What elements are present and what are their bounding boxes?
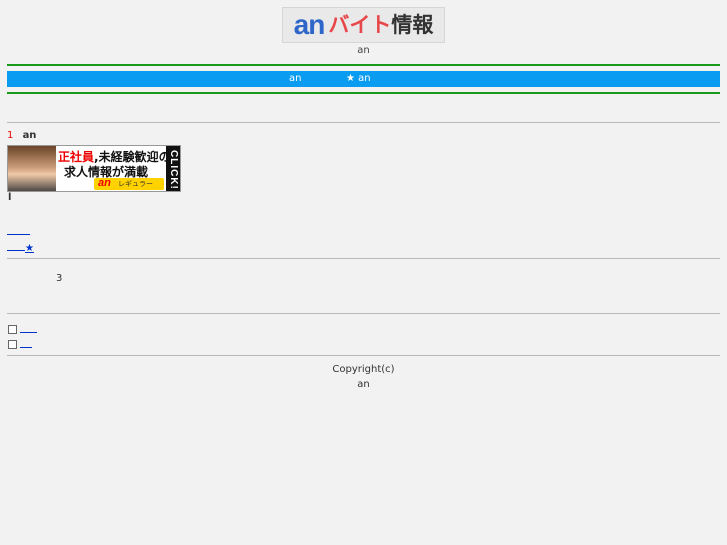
nav-bottom-rule: [7, 92, 720, 94]
small-text: l: [8, 192, 12, 203]
checkbox-icon[interactable]: [8, 339, 17, 349]
site-subtitle: an: [357, 45, 370, 56]
banner-headline-red: 正社員: [58, 150, 95, 164]
banner-tag-label: レギュラー: [118, 180, 153, 188]
logo-jp-part2: 情報: [391, 12, 434, 37]
list-link-2[interactable]: [20, 337, 32, 351]
banner-brand: an: [98, 177, 111, 189]
link-2[interactable]: ★: [7, 240, 34, 254]
rank-label: an: [22, 130, 37, 141]
divider-1: [7, 122, 720, 123]
logo-an-text: an: [293, 9, 326, 40]
list-link-1[interactable]: [20, 322, 37, 336]
banner-tag: an レギュラー: [94, 177, 164, 190]
top-rule: [7, 64, 720, 66]
page: an バイト情報 an an ★ an 1 an 正社員,未経験歓迎の 求人情報…: [0, 0, 727, 545]
link-1[interactable]: [7, 224, 30, 238]
nav-bar: an ★ an: [7, 71, 720, 87]
checkbox-icon[interactable]: [8, 324, 17, 334]
rank-number: 1: [7, 130, 14, 141]
banner-click-label: CLICK!: [166, 146, 180, 191]
list-item: [8, 337, 32, 351]
nav-item-2[interactable]: ★ an: [346, 71, 371, 87]
nav-item-1[interactable]: an: [289, 71, 301, 87]
banner-person-image: [8, 146, 56, 191]
divider-4: [7, 355, 720, 356]
rank-row: 1 an: [7, 130, 36, 141]
banner-headline-rest: ,未経験歓迎の: [94, 150, 171, 164]
site-logo[interactable]: an バイト情報: [282, 7, 445, 43]
divider-2: [7, 258, 720, 259]
copyright-text: Copyright(c): [332, 364, 395, 375]
divider-3: [7, 313, 720, 314]
link-star: ★: [25, 243, 34, 254]
list-item: [8, 322, 37, 336]
copyright-brand: an: [357, 379, 370, 390]
logo-jp-part1: バイト: [328, 12, 392, 37]
logo-jp-text: バイト情報: [328, 12, 434, 37]
job-banner-ad[interactable]: 正社員,未経験歓迎の 求人情報が満載 an レギュラー CLICK!: [7, 145, 181, 192]
count-text: 3: [56, 273, 63, 284]
